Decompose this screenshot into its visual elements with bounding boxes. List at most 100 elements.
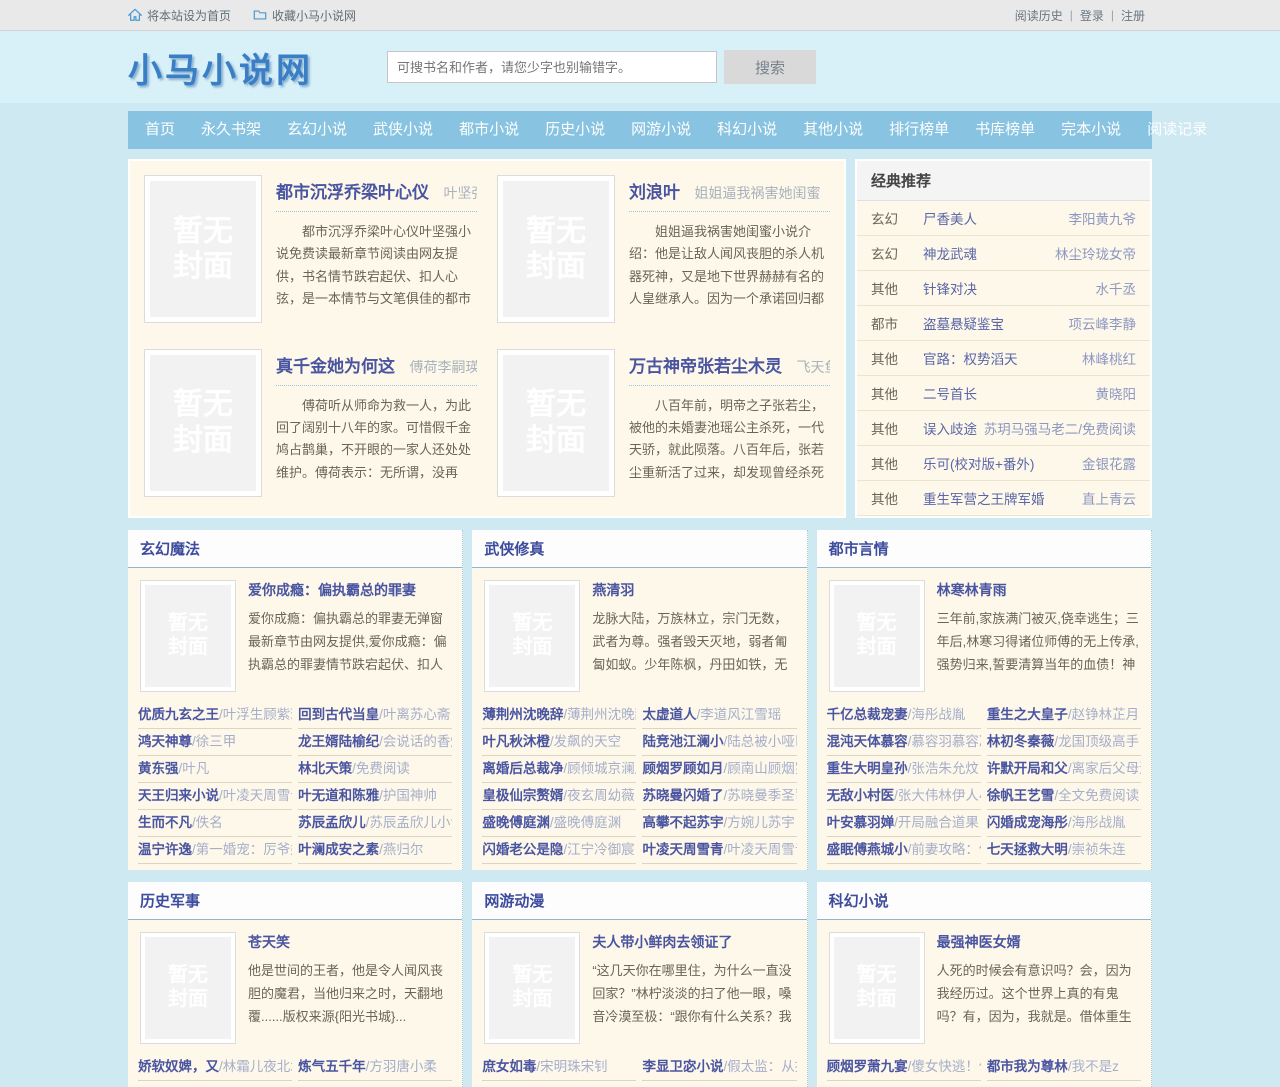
book-title-link[interactable]: 重生军营之王牌军婚 [923,488,1076,508]
nav-item[interactable]: 完本小说 [1048,111,1134,149]
book-cover-placeholder[interactable]: 暂无 封面 [144,175,262,323]
book-title-link[interactable]: 陆竞池江澜小 [642,734,723,749]
book-title-link[interactable]: 误入歧途 [923,418,978,438]
book-author-link[interactable]: 离家后父母追 [1068,761,1141,776]
book-author-link[interactable]: 徐三甲 [192,734,236,749]
book-author-link[interactable]: 顾南山顾烟罗 [723,761,796,776]
book-title-link[interactable]: 最强神医女婿 [937,932,1021,950]
book-author-link[interactable]: 苏玥马强马老二/免费阅读 [984,418,1136,438]
book-title-link[interactable]: 尸香美人 [923,208,1063,228]
book-title-link[interactable]: 真千金她为何这 [276,357,395,376]
nav-item[interactable]: 玄幻小说 [274,111,360,149]
book-cover-placeholder[interactable]: 暂无 封面 [497,175,615,323]
book-author-link[interactable]: 张浩朱允炆 [908,761,979,776]
book-author-link[interactable]: 第一婚宠：厉爷娇 [192,842,292,857]
book-author-link[interactable]: 苏辰孟欣儿小说 [366,815,453,830]
book-cover-placeholder[interactable]: 暂无封面 [829,932,925,1044]
book-title-link[interactable]: 七天拯救大明 [987,842,1068,857]
book-author-link[interactable]: 假太监：从推 [723,1059,796,1074]
book-cover-placeholder[interactable]: 暂无封面 [484,932,580,1044]
book-author-link[interactable]: 护国神帅 [379,788,437,803]
book-title-link[interactable]: 庶女如毒 [482,1059,536,1074]
book-title-link[interactable]: 叶澜成安之素 [298,842,379,857]
book-title-link[interactable]: 重生大明皇孙 [827,761,908,776]
book-title-link[interactable]: 叶凡秋沐橙 [482,734,550,749]
book-title-link[interactable]: 林北天策 [298,761,352,776]
book-title-link[interactable]: 燕清羽 [592,580,634,598]
book-author-link[interactable]: 前妻攻略：傅 [908,842,981,857]
book-author-link[interactable]: 江宁冷御宸 [563,842,634,857]
book-author-link[interactable]: 张大伟林伊人小 [894,788,981,803]
book-author-link[interactable]: 海彤战胤 [908,707,966,722]
book-author-link[interactable]: 方羽唐小柔 [366,1059,437,1074]
book-author-link[interactable]: 宋明珠宋钊 [536,1059,607,1074]
book-title-link[interactable]: 龙王婿陆榆纪 [298,734,379,749]
book-author-link[interactable]: 李阳黄九爷 [1069,208,1137,228]
book-title-link[interactable]: 天王归来小说 [138,788,219,803]
book-author-link[interactable]: 叶凡 [179,761,210,776]
book-author-link[interactable]: 傻女快逃！偏 [908,1059,981,1074]
book-cover-placeholder[interactable]: 暂无封面 [140,580,236,692]
book-author-link[interactable]: 夜玄周幼薇 [563,788,634,803]
book-title-link[interactable]: 叶安慕羽婵 [827,815,895,830]
book-cover-placeholder[interactable]: 暂无封面 [829,580,925,692]
book-title-link[interactable]: 离婚后总裁净 [482,761,563,776]
book-author-link[interactable]: 方婉儿苏宇 [723,815,794,830]
book-author-link[interactable]: 慕容羽慕容凌 [908,734,981,749]
book-title-link[interactable]: 闪婚成宠海彤 [987,815,1068,830]
book-cover-placeholder[interactable]: 暂无 封面 [497,349,615,497]
book-title-link[interactable]: 都市沉浮乔梁叶心仪 [276,183,429,202]
book-author-link[interactable]: 苏晓曼季圣司 [723,788,796,803]
book-author-link[interactable]: 佚名 [192,815,223,830]
book-title-link[interactable]: 神龙武魂 [923,243,1049,263]
book-title-link[interactable]: 徐帆王艺雪 [987,788,1055,803]
book-author-link[interactable]: 叶凌天周雪青 [723,842,796,857]
book-author-link[interactable]: 全文免费阅读 [1054,788,1139,803]
book-title-link[interactable]: 炼气五千年 [298,1059,366,1074]
book-author-link[interactable]: 海彤战胤 [1068,815,1126,830]
book-cover-placeholder[interactable]: 暂无封面 [484,580,580,692]
book-author-link[interactable]: 黄晓阳 [1096,383,1137,403]
book-author-link[interactable]: 顾倾城京澜辰 [563,761,636,776]
book-title-link[interactable]: 许默开局和父 [987,761,1068,776]
book-title-link[interactable]: 叶凌天周雪青 [642,842,723,857]
book-title-link[interactable]: 二号首长 [923,383,1090,403]
book-title-link[interactable]: 苍天笑 [248,932,290,950]
book-title-link[interactable]: 优质九玄之王 [138,707,219,722]
book-title-link[interactable]: 回到古代当皇 [298,707,379,722]
book-title-link[interactable]: 爱你成瘾：偏执霸总的罪妻 [248,580,416,598]
book-author-link[interactable]: 开局融合道果， [894,815,981,830]
book-author-link[interactable]: 叶凌天周雪青 [219,788,292,803]
nav-item[interactable]: 首页 [132,111,188,149]
book-author-link[interactable]: 龙国顶级高手 [1054,734,1139,749]
nav-item[interactable]: 科幻小说 [704,111,790,149]
book-title-link[interactable]: 叶无道和陈雅 [298,788,379,803]
book-author-link[interactable]: 林尘玲珑女帝 [1055,243,1136,263]
book-title-link[interactable]: 官路：权势滔天 [923,348,1076,368]
site-logo[interactable]: 小马小说网 [128,43,313,92]
book-title-link[interactable]: 薄荆州沈晚辞 [482,707,563,722]
book-author-link[interactable]: 林霜儿夜北承 [219,1059,292,1074]
book-author-link[interactable]: 发飙的天空 [550,734,621,749]
book-title-link[interactable]: 乐可(校对版+番外) [923,453,1076,473]
book-title-link[interactable]: 黄东强 [138,761,179,776]
nav-item[interactable]: 阅读记录 [1134,111,1220,149]
book-title-link[interactable]: 太虚道人 [642,707,696,722]
book-author-link[interactable]: 水千丞 [1096,278,1137,298]
book-author-link[interactable]: 薄荆州沈晚辞 [563,707,636,722]
register-link[interactable]: 注册 [1114,7,1152,24]
book-title-link[interactable]: 千亿总裁宠妻 [827,707,908,722]
book-author-link[interactable]: 崇祯朱连 [1068,842,1126,857]
nav-item[interactable]: 永久书架 [188,111,274,149]
book-author-link[interactable]: 叶浮生顾紫琪 [219,707,292,722]
nav-item[interactable]: 历史小说 [532,111,618,149]
search-input[interactable] [387,51,717,83]
book-title-link[interactable]: 皇极仙宗赘婿 [482,788,563,803]
nav-item[interactable]: 排行榜单 [876,111,962,149]
book-title-link[interactable]: 苏晓曼闪婚了 [642,788,723,803]
book-title-link[interactable]: 林初冬秦薇 [987,734,1055,749]
book-title-link[interactable]: 鸿天神尊 [138,734,192,749]
book-title-link[interactable]: 林寒林青雨 [937,580,1007,598]
book-title-link[interactable]: 万古神帝张若尘木灵 [629,357,782,376]
book-author-link[interactable]: 盛晚傅庭渊 [550,815,621,830]
